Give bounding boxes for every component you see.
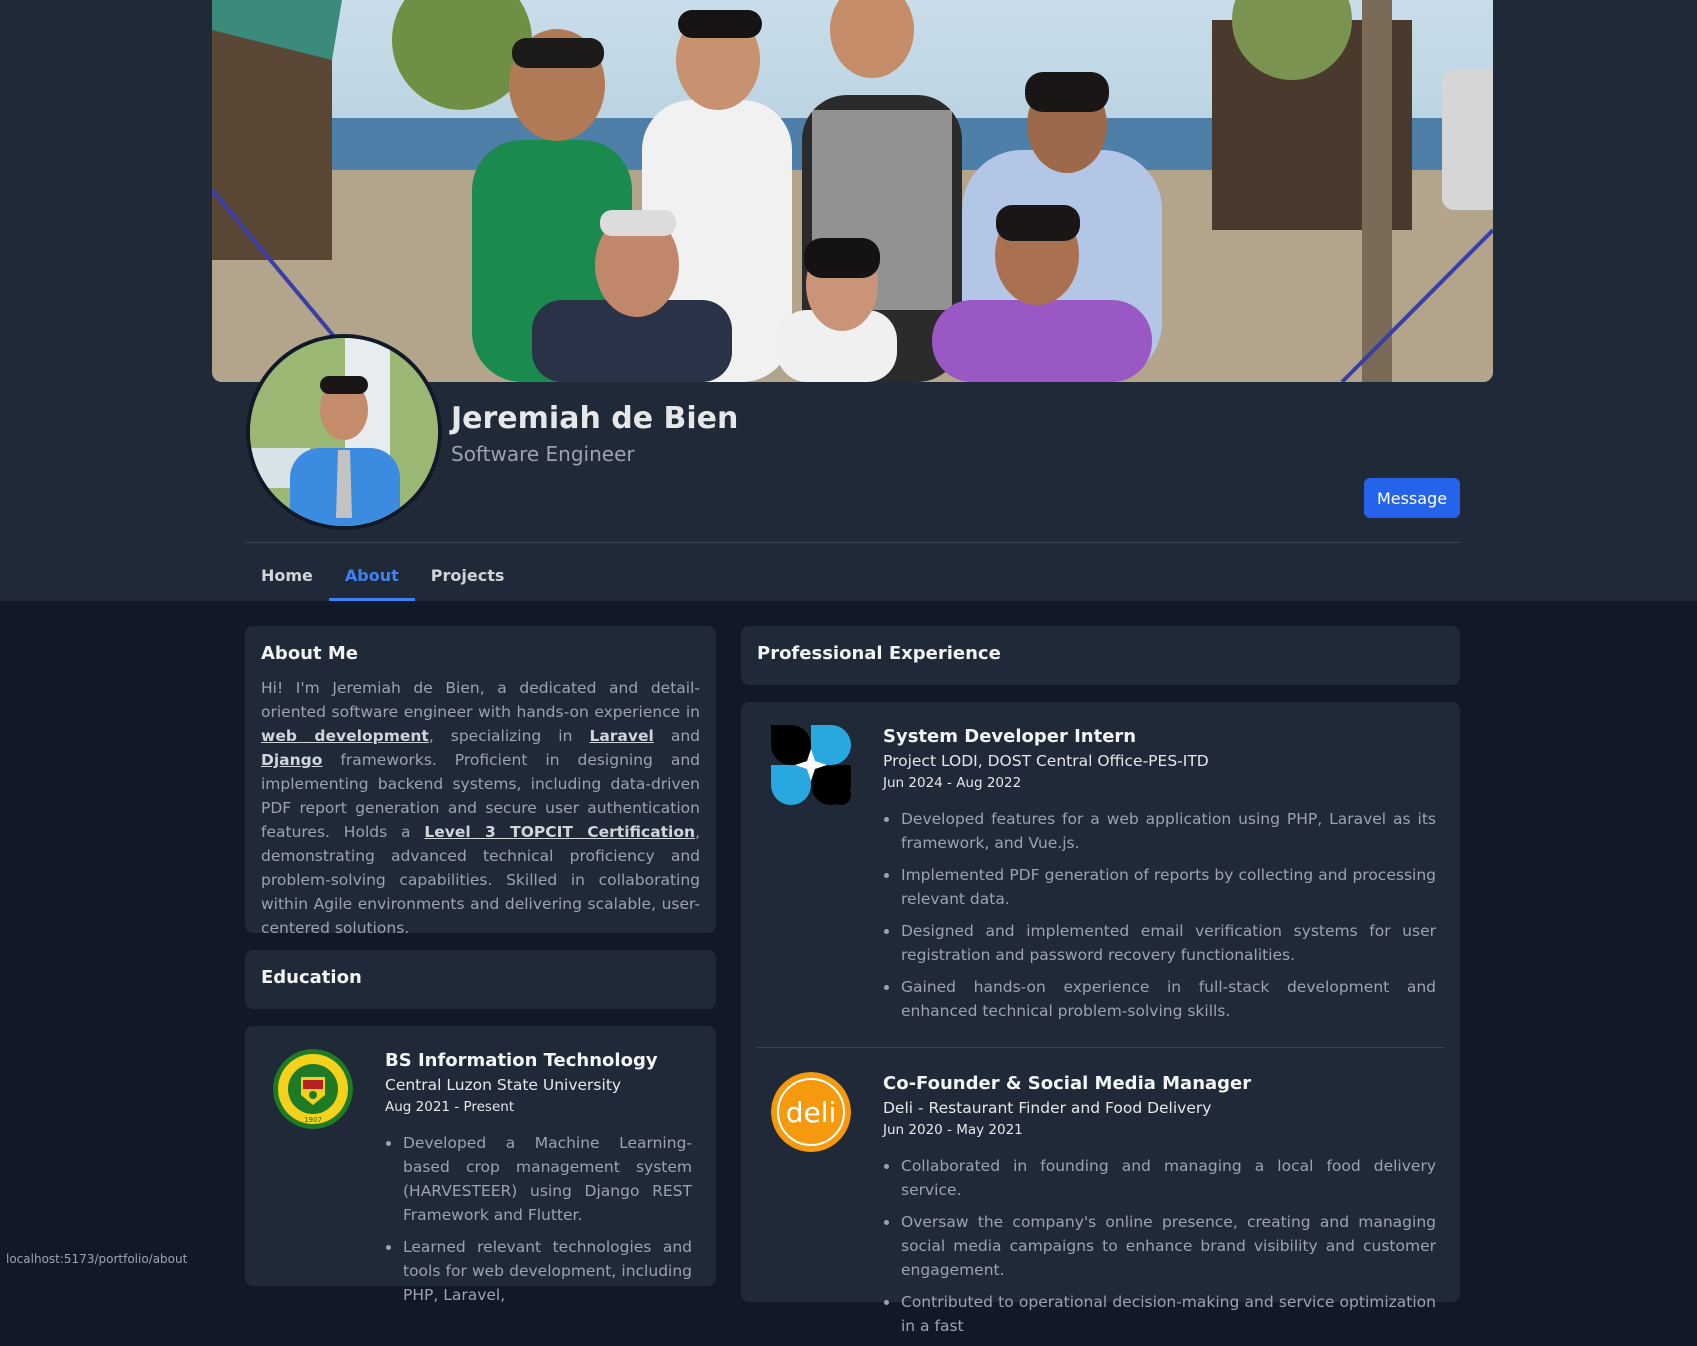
deli-logo-icon: deli: [771, 1072, 851, 1152]
profile-role: Software Engineer: [451, 442, 635, 466]
education-school: Central Luzon State University: [385, 1076, 622, 1094]
message-button[interactable]: Message: [1364, 478, 1460, 518]
experience-entry: System Developer Intern Project LODI, DO…: [771, 725, 1436, 1031]
about-text-part: , specializing in: [428, 727, 590, 745]
experience-entry: deli Co-Founder & Social Media Manager D…: [771, 1072, 1436, 1346]
header-divider: [245, 542, 1460, 543]
link-django[interactable]: Django: [261, 751, 322, 769]
clsu-logo-icon: 1907: [273, 1049, 353, 1129]
experience-bullets-0: Developed features for a web application…: [883, 807, 1436, 1023]
education-date: Aug 2021 - Present: [385, 1099, 515, 1115]
education-bullets: Developed a Machine Learning-based crop …: [385, 1131, 692, 1307]
profile-avatar: [246, 334, 442, 530]
about-text: Hi! I'm Jeremiah de Bien, a dedicated an…: [261, 676, 700, 940]
education-entry-card: 1907 BS Information Technology Central L…: [245, 1026, 716, 1304]
about-text-part: and: [653, 727, 700, 745]
experience-divider: [757, 1047, 1444, 1048]
experience-header-card: Professional Experience: [741, 626, 1460, 685]
profile-tabs: Home About Projects: [245, 553, 520, 601]
about-title: About Me: [261, 643, 358, 664]
education-header-card: Education: [245, 950, 716, 1009]
about-text-part: Hi! I'm Jeremiah de Bien, a dedicated an…: [261, 679, 700, 721]
link-laravel[interactable]: Laravel: [589, 727, 653, 745]
cover-photo: [212, 0, 1493, 382]
svg-text:deli: deli: [786, 1096, 837, 1129]
list-item: Learned relevant technologies and tools …: [385, 1235, 692, 1307]
list-item: Developed features for a web application…: [883, 807, 1436, 855]
tab-projects[interactable]: Projects: [415, 553, 521, 601]
link-topcit-certification[interactable]: Level 3 TOPCIT Certification: [424, 823, 695, 841]
project-lodi-logo-icon: [771, 725, 851, 805]
experience-org-1: Deli - Restaurant Finder and Food Delive…: [883, 1099, 1212, 1117]
svg-text:1907: 1907: [304, 1116, 322, 1124]
experience-date-1: Jun 2020 - May 2021: [883, 1122, 1023, 1138]
list-item: Contributed to operational decision-maki…: [883, 1290, 1436, 1338]
link-web-development[interactable]: web development: [261, 727, 429, 745]
education-degree: BS Information Technology: [385, 1050, 658, 1071]
list-item: Designed and implemented email verificat…: [883, 919, 1436, 967]
education-entry: 1907 BS Information Technology Central L…: [273, 1049, 692, 1315]
experience-bullets-1: Collaborated in founding and managing a …: [883, 1154, 1436, 1338]
education-title: Education: [261, 967, 362, 988]
experience-date-0: Jun 2024 - Aug 2022: [883, 775, 1022, 791]
about-card: About Me Hi! I'm Jeremiah de Bien, a ded…: [245, 626, 716, 937]
experience-title-1: Co-Founder & Social Media Manager: [883, 1073, 1252, 1094]
list-item: Gained hands-on experience in full-stack…: [883, 975, 1436, 1023]
list-item: Oversaw the company's online presence, c…: [883, 1210, 1436, 1282]
list-item: Collaborated in founding and managing a …: [883, 1154, 1436, 1202]
experience-title: Professional Experience: [757, 643, 1001, 664]
list-item: Developed a Machine Learning-based crop …: [385, 1131, 692, 1227]
list-item: Implemented PDF generation of reports by…: [883, 863, 1436, 911]
tab-about[interactable]: About: [328, 553, 415, 601]
profile-name: Jeremiah de Bien: [451, 401, 739, 436]
experience-title-0: System Developer Intern: [883, 726, 1137, 747]
experience-org-0: Project LODI, DOST Central Office-PES-IT…: [883, 752, 1209, 770]
status-url: localhost:5173/portfolio/about: [0, 1250, 194, 1268]
tab-home[interactable]: Home: [245, 553, 329, 601]
experience-card: System Developer Intern Project LODI, DO…: [741, 702, 1460, 1335]
